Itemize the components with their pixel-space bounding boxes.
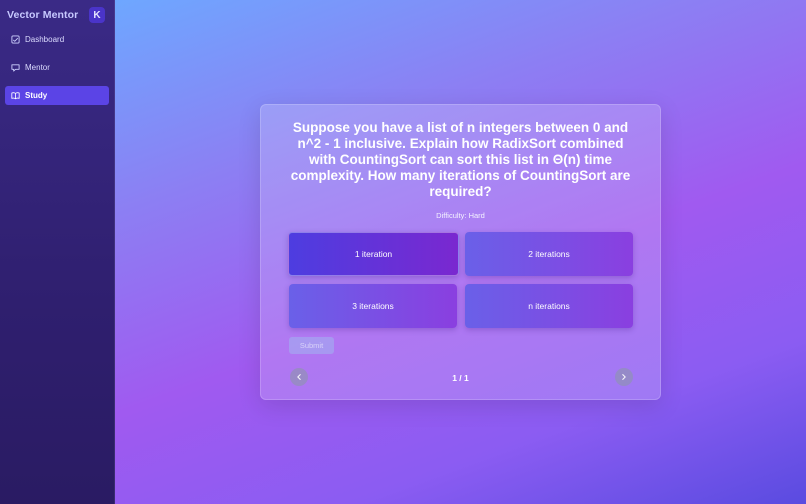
main-content: Suppose you have a list of n integers be… [115,0,806,504]
flashcard: Suppose you have a list of n integers be… [260,104,661,400]
book-icon [11,91,20,100]
difficulty-prefix: Difficulty: [436,211,467,220]
chevron-right-icon [620,368,628,386]
sidebar-header: Vector Mentor K [0,0,114,30]
app: Vector Mentor K Dashboard Mentor Study S… [0,0,806,504]
submit-button[interactable]: Submit [289,337,334,354]
chat-icon [11,63,20,72]
answer-option-3[interactable]: 3 iterations [289,284,457,328]
dashboard-icon [11,35,20,44]
answer-option-label: 1 iteration [354,249,393,259]
difficulty-label: Difficulty: Hard [261,211,660,220]
sidebar-item-dashboard[interactable]: Dashboard [5,30,109,49]
sidebar-item-label: Study [25,91,48,100]
question-text: Suppose you have a list of n integers be… [290,120,631,199]
answer-option-label: 3 iterations [352,301,394,311]
answer-option-label: n iterations [528,301,570,311]
sidebar-toggle-button[interactable]: K [89,7,105,23]
sidebar-item-label: Mentor [25,63,50,72]
answer-option-2[interactable]: 2 iterations [465,232,633,276]
answer-option-4[interactable]: n iterations [465,284,633,328]
app-title: Vector Mentor [7,9,79,21]
next-button[interactable] [615,368,633,386]
sidebar-item-label: Dashboard [25,35,65,44]
sidebar: Vector Mentor K Dashboard Mentor Study [0,0,115,504]
answer-option-1[interactable]: 1 iteration [288,232,459,276]
difficulty-value: Hard [468,211,485,220]
sidebar-item-mentor[interactable]: Mentor [5,58,109,77]
answer-option-label: 2 iterations [528,249,570,259]
sidebar-nav: Dashboard Mentor Study [0,30,114,105]
sidebar-item-study[interactable]: Study [5,86,109,105]
page-indicator: 1 / 1 [452,373,469,383]
